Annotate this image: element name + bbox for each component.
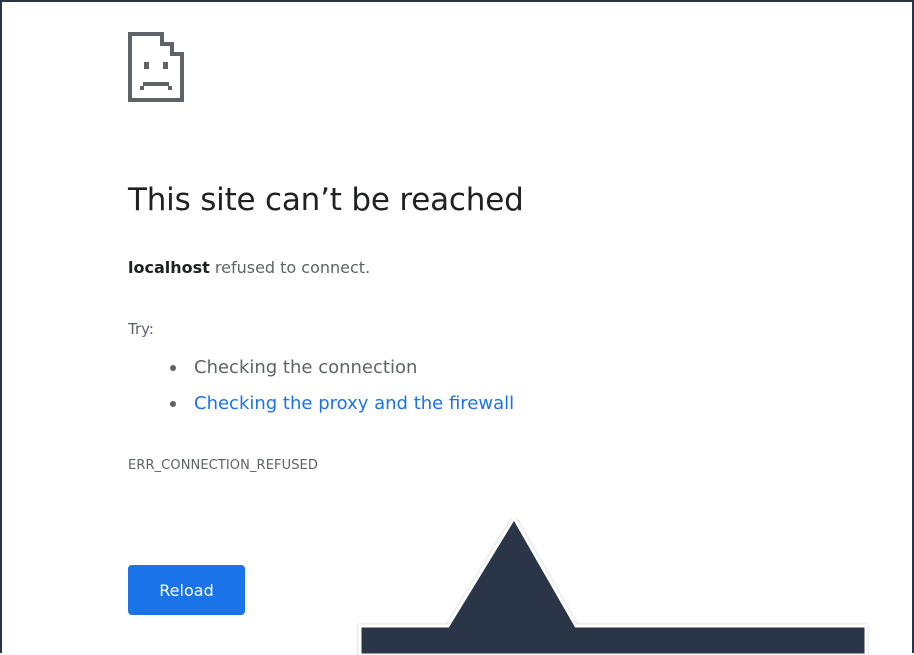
error-code: ERR_CONNECTION_REFUSED	[128, 458, 318, 473]
suggestion-check-proxy-link[interactable]: Checking the proxy and the firewall	[166, 386, 514, 422]
bullet-icon	[170, 401, 176, 407]
error-message: refused to connect.	[209, 258, 371, 277]
suggestion-label[interactable]: Checking the proxy and the firewall	[194, 393, 514, 414]
bullet-icon	[170, 365, 176, 371]
suggestion-label: Checking the connection	[194, 357, 418, 378]
page-title: This site can’t be reached	[128, 182, 524, 218]
try-label: Try:	[128, 320, 154, 338]
tooltip-pointer-icon	[358, 518, 868, 655]
suggestion-check-connection: Checking the connection	[166, 350, 514, 386]
browser-viewport: This site can’t be reached localhost ref…	[0, 0, 914, 655]
reload-button[interactable]: Reload	[128, 565, 245, 615]
sad-page-icon	[128, 32, 184, 102]
error-host: localhost	[128, 258, 210, 277]
suggestion-list: Checking the connection Checking the pro…	[166, 350, 514, 422]
error-summary: localhost refused to connect.	[128, 258, 370, 277]
